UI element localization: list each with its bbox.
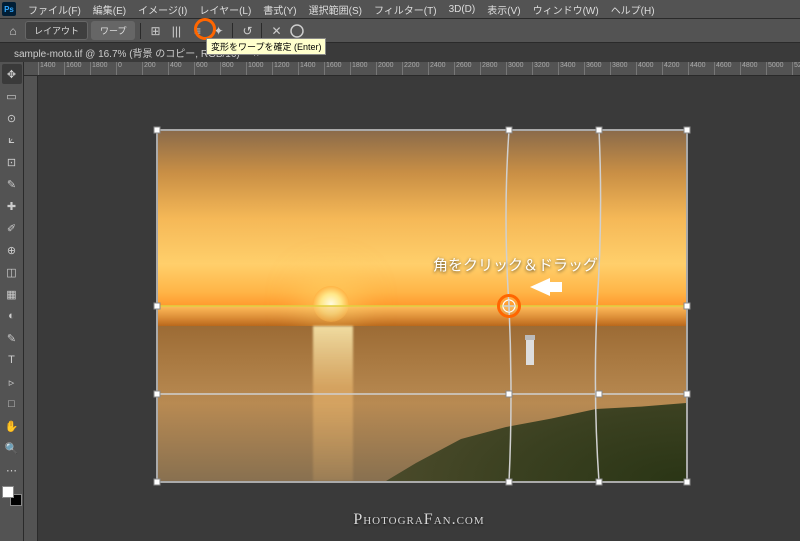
ruler-horizontal: 1400160018000200400600800100012001400160… — [24, 62, 800, 76]
grid-3x3-icon[interactable]: ⊞ — [146, 22, 164, 40]
gradient-tool[interactable]: ▦ — [2, 284, 22, 304]
workspace: ✥ ▭ ⊙ ⟀ ⊡ ✎ ✚ ✐ ⊕ ◫ ▦ ◐ ✎ T ▹ □ ✋ 🔍 ⋯ 14… — [0, 62, 800, 541]
color-swatches[interactable] — [2, 486, 22, 506]
menu-file[interactable]: ファイル(F) — [22, 2, 87, 17]
move-tool[interactable]: ✥ — [2, 64, 22, 84]
hand-tool[interactable]: ✋ — [2, 416, 22, 436]
crop-tool[interactable]: ⟀ — [2, 130, 22, 150]
watermark-text: PhotograFan.com — [353, 511, 484, 529]
edit-toolbar[interactable]: ⋯ — [2, 460, 22, 480]
menu-select[interactable]: 選択範囲(S) — [303, 2, 368, 17]
eraser-tool[interactable]: ◫ — [2, 262, 22, 282]
home-icon[interactable]: ⌂ — [4, 22, 22, 40]
menu-type[interactable]: 書式(Y) — [257, 2, 302, 17]
stamp-tool[interactable]: ⊕ — [2, 240, 22, 260]
commit-icon[interactable] — [288, 22, 306, 40]
tool-palette: ✥ ▭ ⊙ ⟀ ⊡ ✎ ✚ ✐ ⊕ ◫ ▦ ◐ ✎ T ▹ □ ✋ 🔍 ⋯ — [0, 62, 24, 541]
commit-tooltip: 変形をワープを確定 (Enter) — [206, 38, 326, 55]
path-tool[interactable]: ▹ — [2, 372, 22, 392]
type-tool[interactable]: T — [2, 350, 22, 370]
app-logo: Ps — [2, 2, 16, 16]
canvas-area: 1400160018000200400600800100012001400160… — [24, 62, 800, 541]
lighthouse-graphic — [526, 339, 534, 365]
brush-tool[interactable]: ✐ — [2, 218, 22, 238]
menu-view[interactable]: 表示(V) — [481, 2, 526, 17]
split-h-icon[interactable]: ≡ — [188, 22, 206, 40]
marquee-tool[interactable]: ▭ — [2, 86, 22, 106]
options-bar: ⌂ レイアウト ワープ ⊞ ||| ≡ ✦ ↺ ✕ — [0, 18, 800, 42]
menu-bar: Ps ファイル(F) 編集(E) イメージ(I) レイヤー(L) 書式(Y) 選… — [0, 0, 800, 18]
grid-cross-icon[interactable]: ✦ — [209, 22, 227, 40]
pen-tool[interactable]: ✎ — [2, 328, 22, 348]
menu-edit[interactable]: 編集(E) — [87, 2, 132, 17]
document-tab-bar: sample-moto.tif @ 16.7% (背景 のコピー, RGB/16… — [0, 42, 800, 62]
warp-button[interactable]: ワープ — [91, 21, 135, 40]
menu-filter[interactable]: フィルター(T) — [368, 2, 443, 17]
reset-icon[interactable]: ↺ — [238, 22, 256, 40]
menu-help[interactable]: ヘルプ(H) — [605, 2, 661, 17]
menu-window[interactable]: ウィンドウ(W) — [527, 2, 605, 17]
menu-3d[interactable]: 3D(D) — [443, 4, 482, 15]
menu-layer[interactable]: レイヤー(L) — [193, 2, 257, 17]
dodge-tool[interactable]: ◐ — [2, 306, 22, 326]
cancel-icon[interactable]: ✕ — [267, 22, 285, 40]
lasso-tool[interactable]: ⊙ — [2, 108, 22, 128]
reflection-graphic — [313, 326, 353, 481]
menu-image[interactable]: イメージ(I) — [132, 2, 193, 17]
ruler-vertical — [24, 76, 38, 541]
arrow-left-icon — [530, 278, 550, 296]
horizon-graphic — [158, 306, 686, 326]
split-v-icon[interactable]: ||| — [167, 22, 185, 40]
zoom-tool[interactable]: 🔍 — [2, 438, 22, 458]
canvas[interactable]: 角をクリック＆ドラッグ PhotograFan.com — [38, 76, 800, 541]
layout-button[interactable]: レイアウト — [25, 21, 88, 40]
eyedropper-tool[interactable]: ✎ — [2, 174, 22, 194]
healing-tool[interactable]: ✚ — [2, 196, 22, 216]
frame-tool[interactable]: ⊡ — [2, 152, 22, 172]
image-content — [158, 131, 686, 481]
shape-tool[interactable]: □ — [2, 394, 22, 414]
